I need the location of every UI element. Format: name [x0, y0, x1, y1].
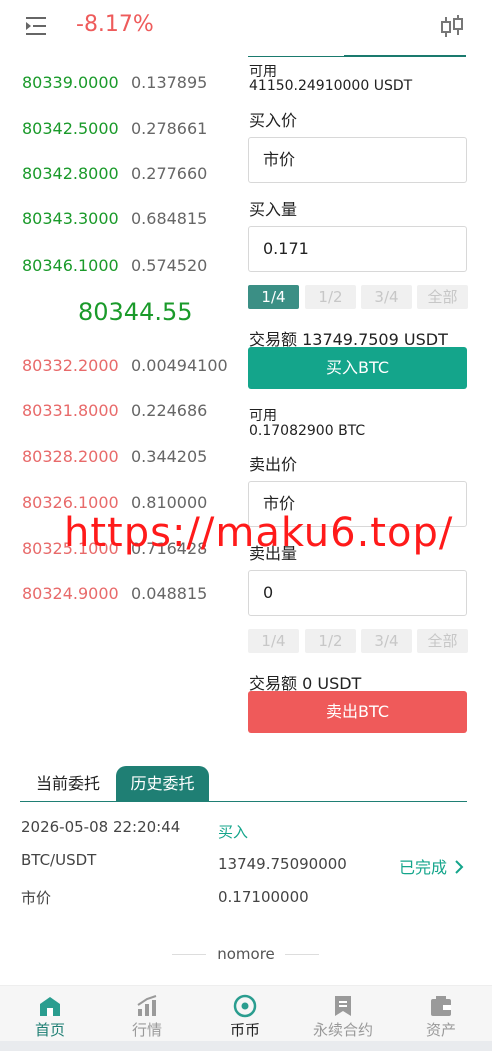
sell-price-label: 卖出价: [249, 455, 298, 474]
orderbook-ask-row[interactable]: 80342.8000 0.277660: [0, 158, 240, 188]
nomore-divider-right: [285, 954, 319, 955]
nav-label-market: 行情: [131, 1021, 162, 1039]
chevron-right-icon: [455, 860, 464, 874]
no-more-label: nomore: [217, 945, 275, 963]
tab-order-history[interactable]: 历史委托: [116, 766, 209, 802]
orderbook-ask-row[interactable]: 80343.3000 0.684815: [0, 203, 240, 233]
ask-price: 80342.8000: [22, 164, 119, 183]
sell-available-value: 0.17082900 BTC: [249, 423, 366, 439]
market-chart-icon: [137, 995, 157, 1016]
nav-item-spot[interactable]: 币币: [196, 986, 294, 1042]
trade-tab-gap: [248, 52, 344, 56]
ask-price: 80342.5000: [22, 119, 119, 138]
orderbook-ask-row[interactable]: 80339.0000 0.137895: [0, 67, 240, 97]
buy-btc-button[interactable]: 买入BTC: [248, 347, 467, 389]
bid-amount: 0.00494100: [131, 356, 228, 375]
buy-percent-three-quarters[interactable]: 3/4: [361, 285, 412, 309]
bid-amount: 0.048815: [131, 584, 208, 603]
bid-price: 80324.9000: [22, 584, 119, 603]
order-pair: BTC/USDT: [21, 851, 97, 869]
bottom-strip: [0, 1041, 492, 1051]
wallet-icon: [431, 996, 451, 1016]
buy-percent-quarter[interactable]: 1/4: [248, 285, 299, 309]
buy-percent-all[interactable]: 全部: [417, 285, 468, 309]
sell-available-label: 可用: [249, 408, 277, 424]
last-price: 80344.55: [78, 298, 193, 326]
nav-label-home: 首页: [34, 1021, 65, 1039]
nav-item-assets[interactable]: 资产: [392, 986, 490, 1042]
bid-price: 80331.8000: [22, 401, 119, 420]
buy-percent-half[interactable]: 1/2: [305, 285, 356, 309]
order-status: 已完成: [399, 858, 448, 877]
buy-available-value: 41150.24910000 USDT: [249, 78, 413, 94]
sell-btc-button[interactable]: 卖出BTC: [248, 691, 467, 733]
orderbook-bid-row[interactable]: 80331.8000 0.224686: [0, 395, 240, 425]
ask-price: 80339.0000: [22, 73, 119, 92]
ask-price: 80346.1000: [22, 256, 119, 275]
menu-indent-icon[interactable]: [24, 14, 48, 38]
nav-item-perpetual[interactable]: 永续合约: [294, 986, 392, 1042]
bid-price: 80332.2000: [22, 356, 119, 375]
buy-price-input[interactable]: 市价: [248, 137, 467, 183]
ask-amount: 0.574520: [131, 256, 208, 275]
spot-trade-page: -8.17% 80339.0000 0.137895 80342.5000 0.…: [0, 0, 492, 1051]
order-total: 13749.75090000: [218, 855, 347, 873]
tab-current-orders[interactable]: 当前委托: [20, 766, 116, 802]
nav-label-assets: 资产: [425, 1021, 456, 1039]
coin-icon: [233, 994, 257, 1018]
bid-price: 80328.2000: [22, 447, 119, 466]
order-type: 市价: [21, 889, 52, 907]
buy-price-label: 买入价: [249, 111, 298, 130]
orderbook-bid-row[interactable]: 80332.2000 0.00494100: [0, 350, 240, 380]
bottom-nav: 首页 行情 币币 永续合约 资产: [0, 985, 492, 1041]
orderbook-bid-row[interactable]: 80328.2000 0.344205: [0, 441, 240, 471]
watermark-text: https://maku6.top/: [64, 510, 454, 556]
order-time: 2026-05-08 22:20:44: [21, 818, 181, 836]
ask-amount: 0.684815: [131, 209, 208, 228]
orderbook-ask-row[interactable]: 80346.1000 0.574520: [0, 250, 240, 280]
sell-percent-half[interactable]: 1/2: [305, 629, 356, 653]
sell-percent-quarter[interactable]: 1/4: [248, 629, 299, 653]
order-amount: 0.17100000: [218, 888, 309, 906]
orderbook-ask-row[interactable]: 80342.5000 0.278661: [0, 113, 240, 143]
orders-tab-divider: [20, 801, 467, 802]
home-icon: [40, 997, 60, 1016]
candlestick-chart-icon[interactable]: [438, 14, 466, 40]
sell-percent-all[interactable]: 全部: [417, 629, 468, 653]
ask-price: 80343.3000: [22, 209, 119, 228]
nav-label-spot: 币币: [229, 1021, 260, 1039]
ask-amount: 0.137895: [131, 73, 208, 92]
nav-item-home[interactable]: 首页: [1, 986, 99, 1042]
price-change-percent: -8.17%: [76, 12, 154, 37]
buy-amount-input[interactable]: 0.171: [248, 226, 467, 272]
contract-icon: [335, 996, 351, 1016]
order-status-link[interactable]: 已完成: [399, 854, 464, 878]
sell-amount-input[interactable]: 0: [248, 570, 467, 616]
order-side: 买入: [218, 823, 249, 841]
nav-item-market[interactable]: 行情: [98, 986, 196, 1042]
ask-amount: 0.278661: [131, 119, 208, 138]
bid-amount: 0.224686: [131, 401, 208, 420]
header: -8.17%: [0, 0, 492, 52]
nav-label-perpetual: 永续合约: [312, 1021, 373, 1039]
ask-amount: 0.277660: [131, 164, 208, 183]
buy-amount-label: 买入量: [249, 200, 298, 219]
sell-percent-three-quarters[interactable]: 3/4: [361, 629, 412, 653]
orderbook-bid-row[interactable]: 80324.9000 0.048815: [0, 578, 240, 608]
bid-amount: 0.344205: [131, 447, 208, 466]
